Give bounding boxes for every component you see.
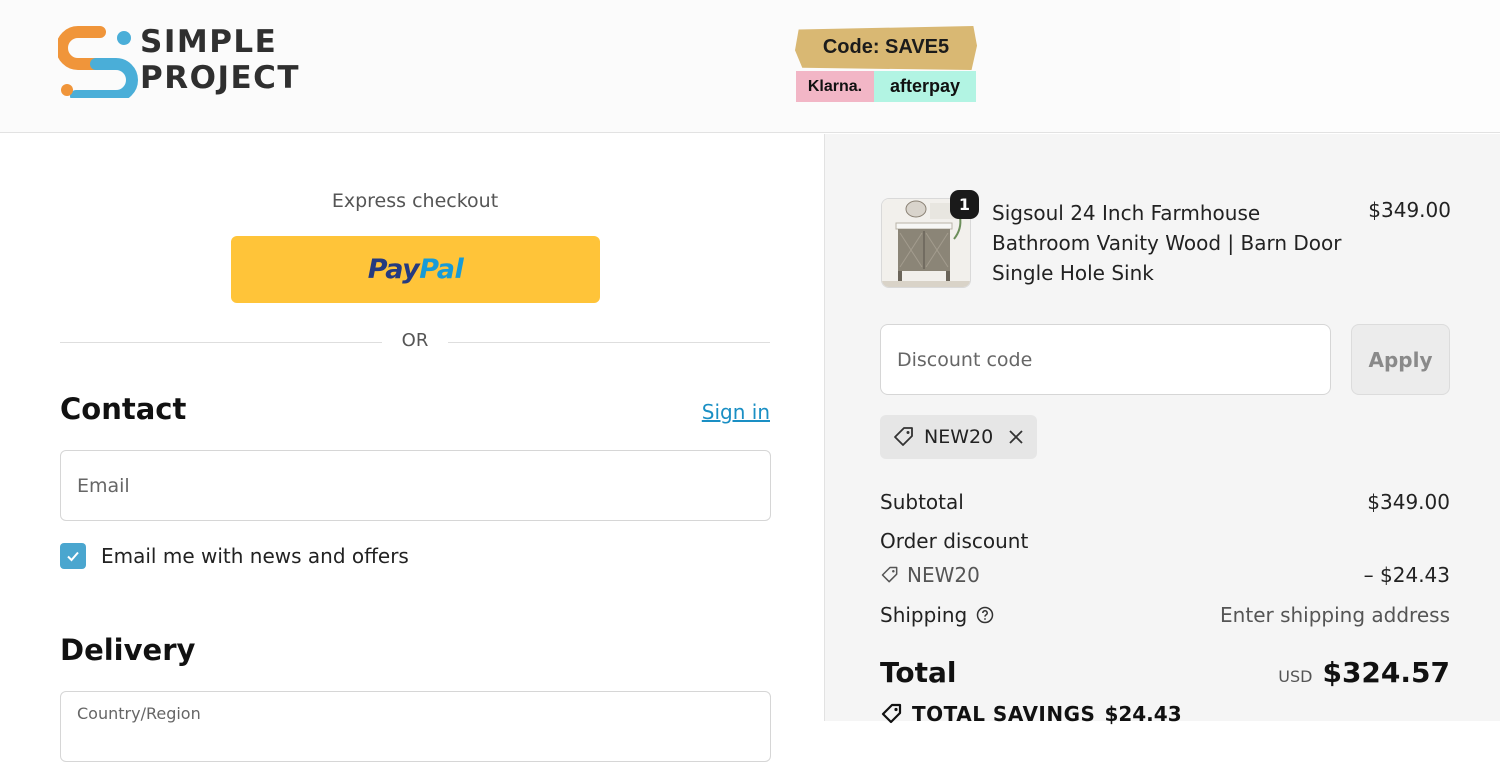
total-savings: TOTAL SAVINGS $24.43 <box>880 702 1182 726</box>
help-icon[interactable] <box>976 606 994 624</box>
subtotal-label: Subtotal <box>880 490 964 514</box>
subtotal-value: $349.00 <box>1367 490 1450 514</box>
order-summary-panel: 1 Sigsoul 24 Inch Farmhouse Bathroom Van… <box>824 134 1500 726</box>
sign-in-link[interactable]: Sign in <box>702 400 770 424</box>
site-header: SIMPLE PROJECT Code: SAVE5 Klarna. after… <box>0 0 1500 133</box>
klarna-badge: Klarna. <box>796 71 874 102</box>
newsletter-label: Email me with news and offers <box>101 544 409 568</box>
discount-code-row: NEW20 – $24.43 <box>880 563 1450 587</box>
applied-discount-chip: NEW20 <box>880 415 1037 459</box>
remove-discount-button[interactable] <box>1007 428 1025 446</box>
savings-value: $24.43 <box>1104 702 1182 726</box>
tag-icon <box>881 703 902 724</box>
newsletter-checkbox[interactable] <box>60 543 86 569</box>
express-checkout-label: Express checkout <box>331 190 499 212</box>
total-label: Total <box>880 656 957 689</box>
paypal-button[interactable]: Pay Pal <box>231 236 600 303</box>
email-input[interactable] <box>61 451 770 520</box>
country-region-select[interactable]: Country/Region <box>60 691 771 762</box>
total-value-group: USD $324.57 <box>1278 656 1450 689</box>
shipping-label: Shipping <box>880 603 968 627</box>
cart-line-item: 1 Sigsoul 24 Inch Farmhouse Bathroom Van… <box>881 190 1451 294</box>
discount-code-input[interactable] <box>881 325 1330 394</box>
logo-text: SIMPLE PROJECT <box>140 24 300 96</box>
total-row: Total USD $324.57 <box>880 656 1450 689</box>
logo-line-1: SIMPLE <box>140 24 278 60</box>
tag-icon <box>881 566 898 583</box>
delivery-title: Delivery <box>60 633 196 667</box>
shipping-value: Enter shipping address <box>1220 603 1450 627</box>
store-logo[interactable]: SIMPLE PROJECT <box>58 24 316 102</box>
checkmark-icon <box>67 551 79 562</box>
apply-button[interactable]: Apply <box>1351 324 1450 395</box>
checkout-form-panel: Express checkout Pay Pal OR Contact Sign … <box>0 134 824 762</box>
header-shade <box>1180 0 1500 132</box>
subtotal-row: Subtotal $349.00 <box>880 490 1450 514</box>
logo-line-2: PROJECT <box>140 60 301 96</box>
savings-label: TOTAL SAVINGS <box>912 702 1096 726</box>
quantity-badge: 1 <box>950 190 979 219</box>
order-discount-row: Order discount <box>880 529 1450 553</box>
close-icon <box>1009 430 1023 444</box>
newsletter-option[interactable]: Email me with news and offers <box>60 542 409 570</box>
applied-code-text: NEW20 <box>924 426 994 448</box>
country-region-label: Country/Region <box>77 704 201 723</box>
or-label: OR <box>401 330 429 351</box>
tag-icon <box>894 427 913 446</box>
shipping-row: Shipping Enter shipping address <box>880 603 1450 627</box>
or-line-left <box>60 342 382 343</box>
logo-s-mark-icon <box>58 26 138 98</box>
email-field[interactable] <box>60 450 771 521</box>
promo-banner: Code: SAVE5 Klarna. afterpay <box>795 24 979 104</box>
discount-value: – $24.43 <box>1363 563 1450 587</box>
product-title: Sigsoul 24 Inch Farmhouse Bathroom Vanit… <box>992 201 1342 285</box>
total-amount: $324.57 <box>1322 656 1450 689</box>
or-divider: OR <box>60 330 770 354</box>
currency-code: USD <box>1278 667 1313 686</box>
discount-code-label: NEW20 <box>907 563 980 587</box>
discount-code-field[interactable] <box>880 324 1331 395</box>
afterpay-badge: afterpay <box>874 71 976 102</box>
paypal-logo-part-2: Pal <box>419 254 464 285</box>
promo-code-text: Code: SAVE5 <box>822 36 950 58</box>
product-price: $349.00 <box>1368 198 1451 222</box>
paypal-logo-part-1: Pay <box>367 254 420 285</box>
order-discount-label: Order discount <box>880 529 1029 553</box>
or-line-right <box>448 342 770 343</box>
contact-title: Contact <box>60 392 187 426</box>
